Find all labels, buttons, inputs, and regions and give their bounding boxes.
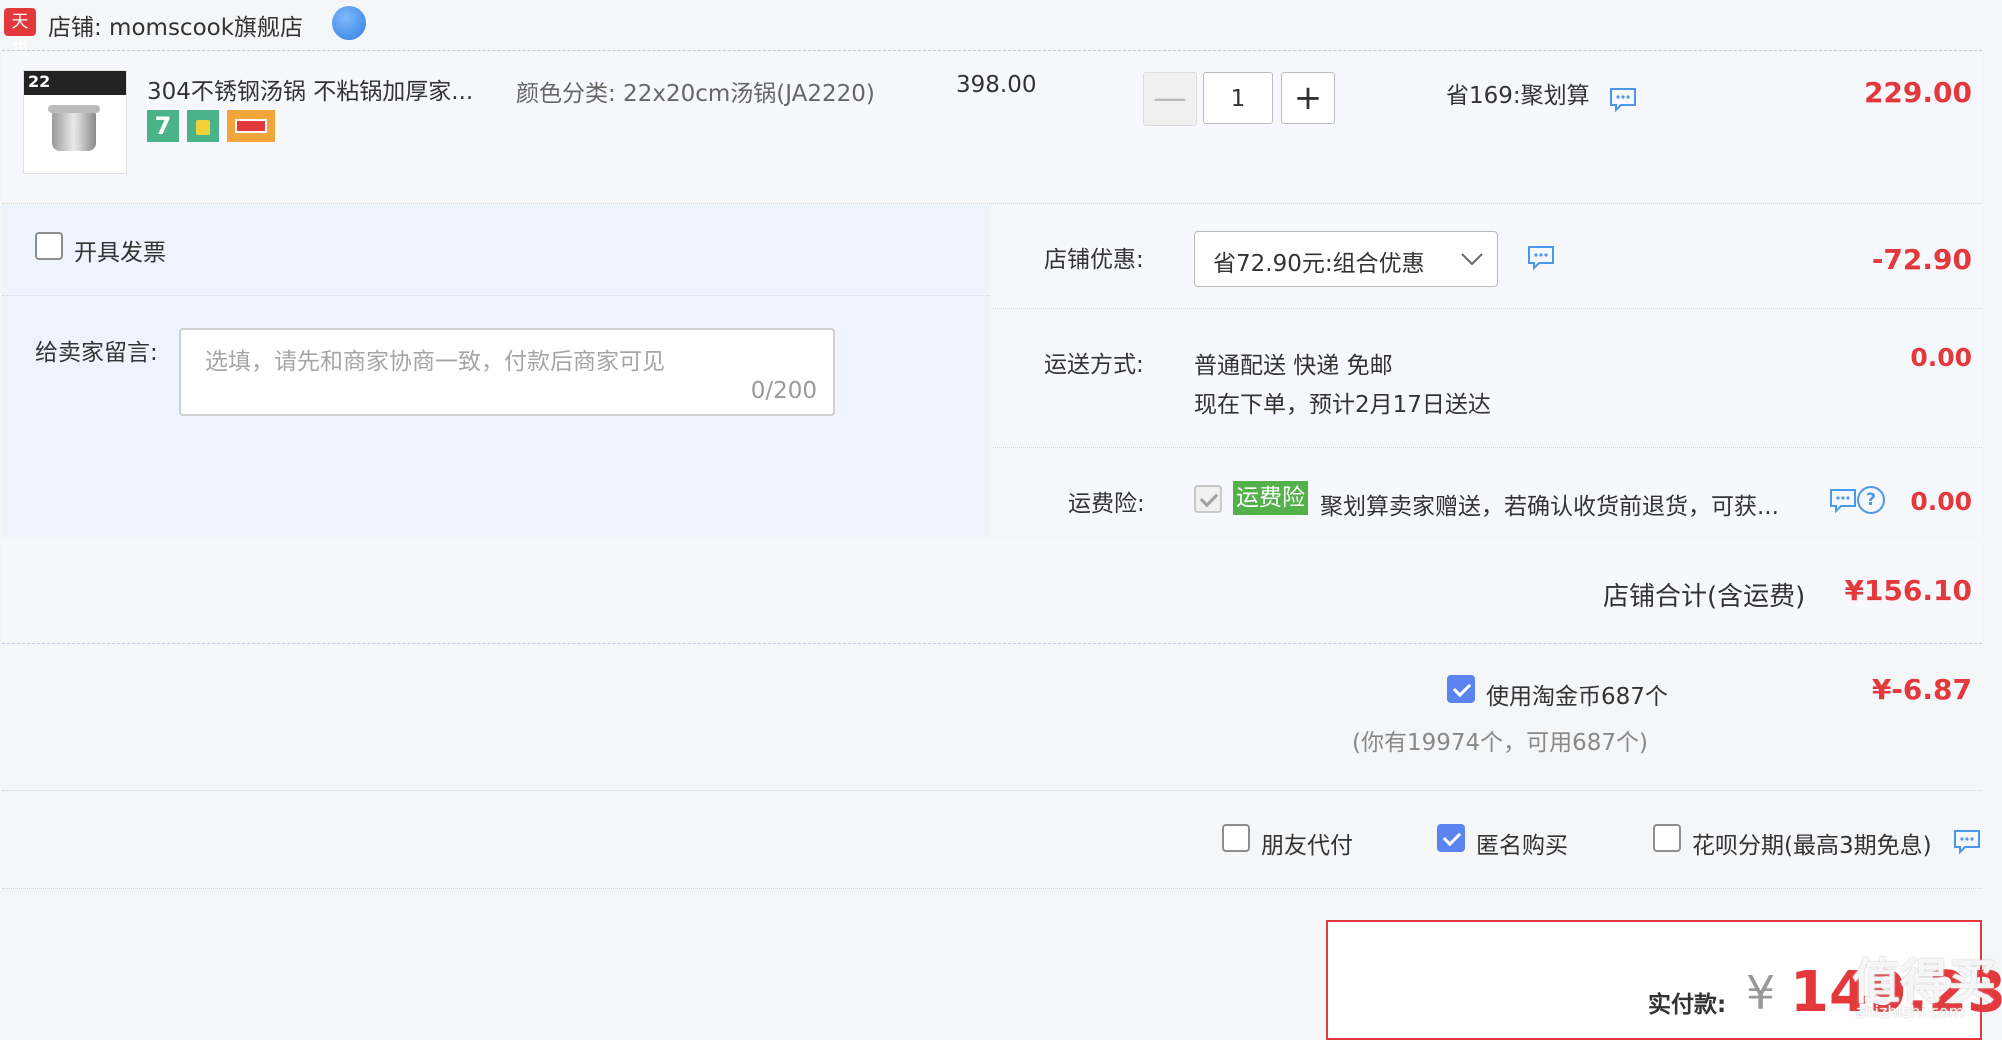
thumbnail-pot-lid <box>48 105 100 113</box>
insurance-amount: 0.00 <box>1910 487 1972 516</box>
coins-checkbox[interactable] <box>1447 675 1475 703</box>
header-divider <box>2 50 1982 51</box>
message-placeholder: 选填，请先和商家协商一致，付款后商家可见 <box>205 349 665 375</box>
item-unit-price: 398.00 <box>956 72 1037 98</box>
thumbnail-pot <box>52 111 96 151</box>
item-sku: 颜色分类: 22x20cm汤锅(JA2220) <box>516 81 875 107</box>
anonymous-checkbox[interactable] <box>1437 824 1465 852</box>
decrease-button[interactable]: — <box>1143 72 1197 126</box>
payment-options-row: 朋友代付 匿名购买 花呗分期(最高3期免息) <box>2 792 1982 887</box>
discount-chat-icon[interactable] <box>1526 242 1556 272</box>
anonymous-label[interactable]: 匿名购买 <box>1476 826 1568 860</box>
item-row: 22 304不锈钢汤锅 不粘锅加厚家... 7 颜色分类: 22x20cm汤锅(… <box>2 52 1982 202</box>
watermark-domain: zhizhizhi.com <box>1856 1002 1965 1021</box>
store-discount-selected: 省72.90元:组合优惠 <box>1213 251 1425 277</box>
thumbnail-heading: 22 <box>28 72 51 91</box>
shipping-method: 普通配送 快递 免邮 <box>1194 353 1393 379</box>
order-options-panel: 开具发票 给卖家留言: 选填，请先和商家协商一致，付款后商家可见 0/200 <box>2 205 990 537</box>
insurance-tag: 运费险 <box>1233 481 1308 515</box>
invoice-divider <box>2 295 990 296</box>
coins-divider <box>2 790 1982 791</box>
seven-day-return-icon: 7 <box>147 110 179 142</box>
coins-note: (你有19974个，可用687个) <box>1352 730 1649 756</box>
item-divider <box>2 203 1982 204</box>
chevron-down-icon <box>1461 253 1483 266</box>
shopping-bag-icon <box>187 110 219 142</box>
insurance-chat-icon[interactable] <box>1828 485 1858 515</box>
discount-divider <box>993 308 1982 309</box>
huabei-label[interactable]: 花呗分期(最高3期免息) <box>1692 826 1932 860</box>
message-label: 给卖家留言: <box>35 340 158 366</box>
shipping-amount: 0.00 <box>1910 343 1972 372</box>
help-icon[interactable]: ? <box>1857 486 1885 514</box>
order-summary-panel: 店铺优惠: 省72.90元:组合优惠 -72.90 运送方式: 普通配送 快递 … <box>993 205 1982 537</box>
store-total-row: 店铺合计(含运费) ¥156.10 <box>2 540 1982 641</box>
huabei-checkbox[interactable] <box>1653 824 1681 852</box>
store-total-divider <box>2 643 1982 644</box>
item-title[interactable]: 304不锈钢汤锅 不粘锅加厚家... <box>147 72 473 106</box>
huabei-chat-icon[interactable] <box>1952 826 1982 856</box>
promo-chat-icon[interactable] <box>1608 84 1638 114</box>
shipping-label: 运送方式: <box>1044 352 1144 378</box>
coins-amount: ¥-6.87 <box>1871 673 1972 706</box>
tmall-badge: 天猫 <box>4 8 36 60</box>
item-subtotal: 229.00 <box>1863 76 1972 109</box>
store-discount-amount: -72.90 <box>1871 243 1972 276</box>
friend-pay-checkbox[interactable] <box>1222 824 1250 852</box>
store-discount-select[interactable]: 省72.90元:组合优惠 <box>1194 231 1498 287</box>
invoice-checkbox[interactable] <box>35 232 63 260</box>
insurance-label: 运费险: <box>1068 491 1145 517</box>
product-thumbnail[interactable]: 22 <box>23 70 127 174</box>
credit-card-icon <box>227 110 275 142</box>
payment-label: 实付款: <box>1648 992 1727 1018</box>
insurance-desc: 聚划算卖家赠送，若确认收货前退货，可获... <box>1320 494 1779 520</box>
coins-label[interactable]: 使用淘金币687个 <box>1486 677 1668 711</box>
shipping-divider <box>993 447 1982 448</box>
message-counter: 0/200 <box>750 378 817 404</box>
friend-pay-label[interactable]: 朋友代付 <box>1261 826 1353 860</box>
coins-row: 使用淘金币687个 (你有19974个，可用687个) ¥-6.87 <box>2 645 1982 790</box>
insurance-checkbox[interactable] <box>1194 485 1222 513</box>
item-promo: 省169:聚划算 <box>1446 83 1590 109</box>
increase-button[interactable]: + <box>1281 72 1335 124</box>
payment-currency: ¥ <box>1746 966 1776 1020</box>
shipping-eta: 现在下单，预计2月17日送达 <box>1194 392 1491 418</box>
invoice-label[interactable]: 开具发票 <box>74 233 166 267</box>
options-divider <box>2 888 1982 889</box>
store-discount-label: 店铺优惠: <box>1044 247 1144 273</box>
quantity-input[interactable]: 1 <box>1203 72 1273 124</box>
store-total-amount: ¥156.10 <box>1844 574 1972 607</box>
message-textarea[interactable]: 选填，请先和商家协商一致，付款后商家可见 0/200 <box>179 328 835 416</box>
wangwang-chat-icon[interactable] <box>332 6 366 40</box>
store-total-label: 店铺合计(含运费) <box>1603 582 1806 612</box>
shop-name[interactable]: 店铺: momscook旗舰店 <box>48 8 303 42</box>
